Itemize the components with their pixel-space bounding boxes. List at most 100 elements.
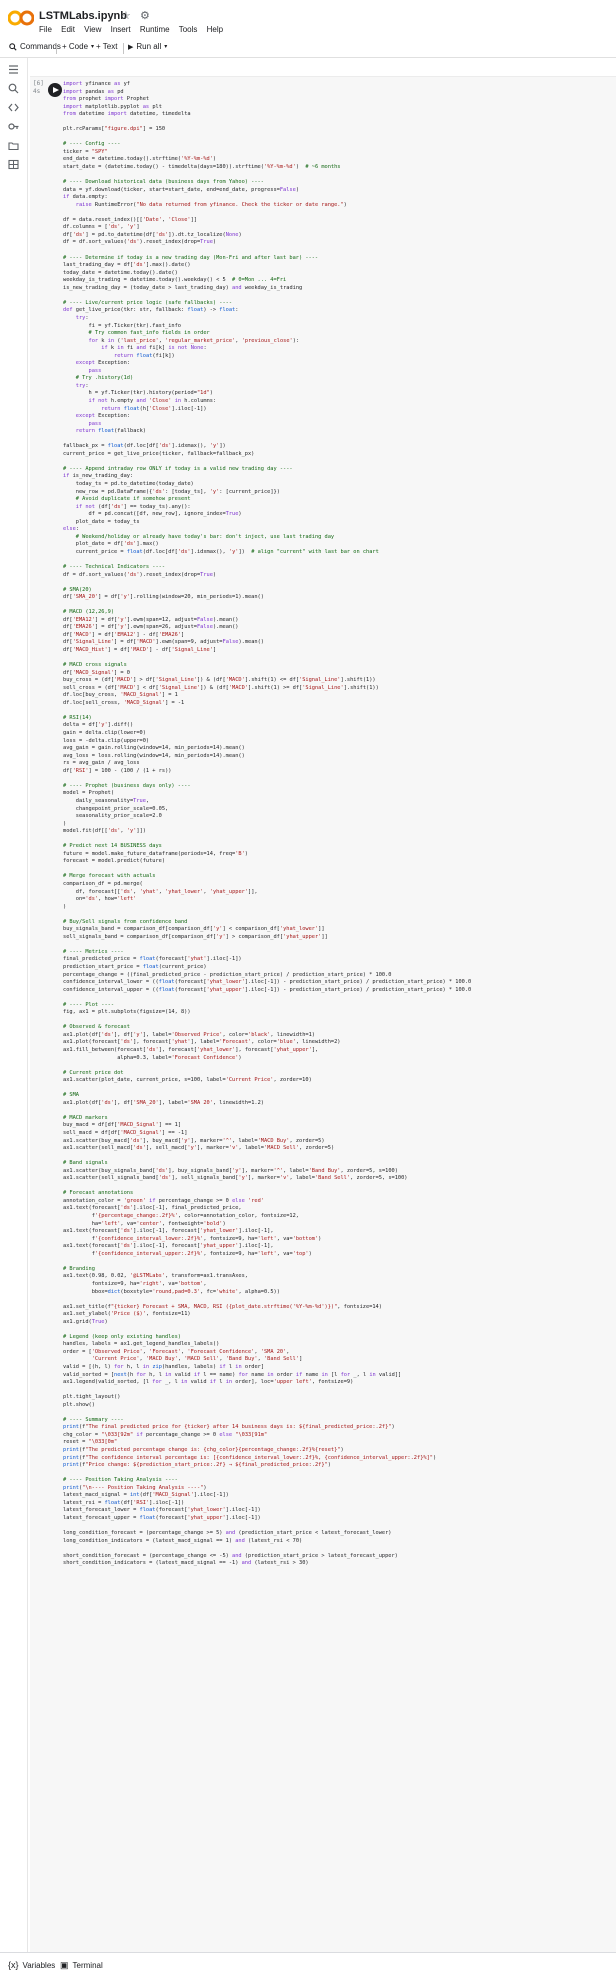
code-line[interactable]: # Branding: [63, 1266, 616, 1274]
star-icon[interactable]: ☆: [121, 10, 131, 22]
code-line[interactable]: plt.show(): [63, 1402, 616, 1410]
code-line[interactable]: # MACD markers: [63, 1115, 616, 1123]
code-line[interactable]: ax1.scatter(buy_macd['ds'], buy_macd['y'…: [63, 1138, 616, 1146]
code-line[interactable]: long_condition_forecast = (percentage_ch…: [63, 1530, 616, 1538]
chevron-down-icon[interactable]: ▾: [164, 43, 167, 50]
code-line[interactable]: alpha=0.3, label='Forecast Confidence'): [63, 1055, 616, 1063]
code-line[interactable]: ax1.legend(valid_sorted, [l for _, l in …: [63, 1379, 616, 1387]
code-line[interactable]: 'Current Price', 'MACD Buy', 'MACD Sell'…: [63, 1356, 616, 1364]
code-line[interactable]: ): [63, 904, 616, 912]
code-line[interactable]: confidence_interval_lower = ((float(fore…: [63, 979, 616, 987]
code-line[interactable]: df = data.reset_index()[['Date', 'Close'…: [63, 217, 616, 225]
code-line[interactable]: buy_cross = (df['MACD'] > df['Signal_Lin…: [63, 677, 616, 685]
run-all-button[interactable]: ▶ Run all ▾: [128, 42, 167, 51]
files-folder-icon[interactable]: [8, 140, 19, 151]
code-line[interactable]: try:: [63, 383, 616, 391]
code-line[interactable]: if not (df['ds'] == today_ts).any():: [63, 504, 616, 512]
code-line[interactable]: def get_live_price(tkr: str, fallback: f…: [63, 307, 616, 315]
code-line[interactable]: valid_sorted = [next(h for h, l in valid…: [63, 1372, 616, 1380]
code-line[interactable]: # Try .history(1d): [63, 375, 616, 383]
code-line[interactable]: # ---- Technical Indicators ----: [63, 564, 616, 572]
code-line[interactable]: return float(fallback): [63, 428, 616, 436]
code-line[interactable]: plt.tight_layout(): [63, 1394, 616, 1402]
code-line[interactable]: prediction_start_price = float(current_p…: [63, 964, 616, 972]
code-line[interactable]: latest_forecast_upper = float(forecast['…: [63, 1515, 616, 1523]
code-line[interactable]: long_condition_indicators = (latest_macd…: [63, 1538, 616, 1546]
code-line[interactable]: [63, 556, 616, 564]
code-line[interactable]: for k in ('last_price', 'regular_market_…: [63, 338, 616, 346]
code-line[interactable]: [63, 1085, 616, 1093]
code-line[interactable]: [63, 1296, 616, 1304]
code-line[interactable]: df = df.sort_values('ds').reset_index(dr…: [63, 572, 616, 580]
code-line[interactable]: # ---- Download historical data (busines…: [63, 179, 616, 187]
code-line[interactable]: ax1.text(forecast['ds'].iloc[-1], final_…: [63, 1205, 616, 1213]
code-line[interactable]: [63, 836, 616, 844]
code-line[interactable]: f'{confidence_interval_lower:.2f}%', fon…: [63, 1236, 616, 1244]
code-line[interactable]: import matplotlib.pyplot as plt: [63, 104, 616, 112]
code-line[interactable]: chg_color = "\033[92m" if percentage_cha…: [63, 1432, 616, 1440]
code-line[interactable]: try:: [63, 315, 616, 323]
code-line[interactable]: from datetime import datetime, timedelta: [63, 111, 616, 119]
code-line[interactable]: [63, 775, 616, 783]
code-line[interactable]: fi = yf.Ticker(tkr).fast_info: [63, 323, 616, 331]
code-line[interactable]: reset = "\033[0m": [63, 1439, 616, 1447]
code-line[interactable]: # ---- Metrics ----: [63, 949, 616, 957]
code-line[interactable]: weekday_is_trading = datetime.today().we…: [63, 277, 616, 285]
menu-tools[interactable]: Tools: [179, 25, 198, 34]
code-line[interactable]: else:: [63, 526, 616, 534]
code-line[interactable]: [63, 247, 616, 255]
colab-logo-icon[interactable]: [8, 10, 34, 26]
code-line[interactable]: [63, 1522, 616, 1530]
code-line[interactable]: return float(fi[k]): [63, 353, 616, 361]
add-text-button[interactable]: + Text: [96, 42, 117, 51]
menu-view[interactable]: View: [84, 25, 101, 34]
code-line[interactable]: valid = [(h, l) for h, l in zip(handles,…: [63, 1364, 616, 1372]
code-line[interactable]: print(f"The confidence interval percenta…: [63, 1455, 616, 1463]
code-line[interactable]: # Band signals: [63, 1160, 616, 1168]
code-line[interactable]: ax1.grid(True): [63, 1319, 616, 1327]
code-line[interactable]: plt.rcParams["figure.dpi"] = 150: [63, 126, 616, 134]
code-line[interactable]: except Exception:: [63, 413, 616, 421]
code-line[interactable]: [63, 941, 616, 949]
code-line[interactable]: # ---- Live/current price logic (safe fa…: [63, 300, 616, 308]
code-line[interactable]: handles, labels = ax1.get_legend_handles…: [63, 1341, 616, 1349]
code-line[interactable]: buy_macd = df[df['MACD_Signal'] == 1]: [63, 1122, 616, 1130]
code-line[interactable]: import yfinance as yf: [63, 81, 616, 89]
code-line[interactable]: fontsize=9, ha='right', va='bottom',: [63, 1281, 616, 1289]
menu-runtime[interactable]: Runtime: [140, 25, 170, 34]
code-line[interactable]: last_trading_day = df['ds'].max().date(): [63, 262, 616, 270]
code-line[interactable]: future = model.make_future_dataframe(per…: [63, 851, 616, 859]
commands-button[interactable]: Commands: [9, 42, 61, 51]
code-line[interactable]: ): [63, 821, 616, 829]
secrets-key-icon[interactable]: [8, 121, 19, 132]
code-line[interactable]: [63, 911, 616, 919]
code-line[interactable]: [63, 1258, 616, 1266]
code-line[interactable]: short_condition_indicators = (latest_mac…: [63, 1560, 616, 1568]
code-line[interactable]: # Merge forecast with actuals: [63, 873, 616, 881]
code-line[interactable]: df, forecast[['ds', 'yhat', 'yhat_lower'…: [63, 889, 616, 897]
code-line[interactable]: # Buy/Sell signals from confidence band: [63, 919, 616, 927]
code-line[interactable]: annotation_color = 'green' if percentage…: [63, 1198, 616, 1206]
code-line[interactable]: ax1.set_title(f"{ticker} Forecast + SMA,…: [63, 1304, 616, 1312]
code-line[interactable]: import pandas as pd: [63, 89, 616, 97]
code-line[interactable]: [63, 119, 616, 127]
code-line[interactable]: # ---- Append intraday row ONLY if today…: [63, 466, 616, 474]
code-line[interactable]: if k in fi and fi[k] is not None:: [63, 345, 616, 353]
code-line[interactable]: # SMA(20): [63, 587, 616, 595]
code-line[interactable]: [63, 209, 616, 217]
code-line[interactable]: ax1.scatter(sell_macd['ds'], sell_macd['…: [63, 1145, 616, 1153]
code-line[interactable]: df['Signal_Line'] = df['MACD'].ewm(span=…: [63, 639, 616, 647]
code-line[interactable]: # ---- Summary ----: [63, 1417, 616, 1425]
code-line[interactable]: ax1.text(forecast['ds'].iloc[-1], foreca…: [63, 1243, 616, 1251]
code-line[interactable]: order = ['Observed Price', 'Forecast', '…: [63, 1349, 616, 1357]
code-line[interactable]: [63, 866, 616, 874]
code-line[interactable]: print(f"The final predicted price for {t…: [63, 1424, 616, 1432]
code-line[interactable]: # Avoid duplicate if somehow present: [63, 496, 616, 504]
code-line[interactable]: [63, 1107, 616, 1115]
code-line[interactable]: ax1.scatter(buy_signals_band['ds'], buy_…: [63, 1168, 616, 1176]
code-line[interactable]: except Exception:: [63, 360, 616, 368]
data-table-icon[interactable]: [8, 159, 19, 170]
code-line[interactable]: print(f"The predicted percentage change …: [63, 1447, 616, 1455]
menu-insert[interactable]: Insert: [111, 25, 131, 34]
code-line[interactable]: [63, 292, 616, 300]
